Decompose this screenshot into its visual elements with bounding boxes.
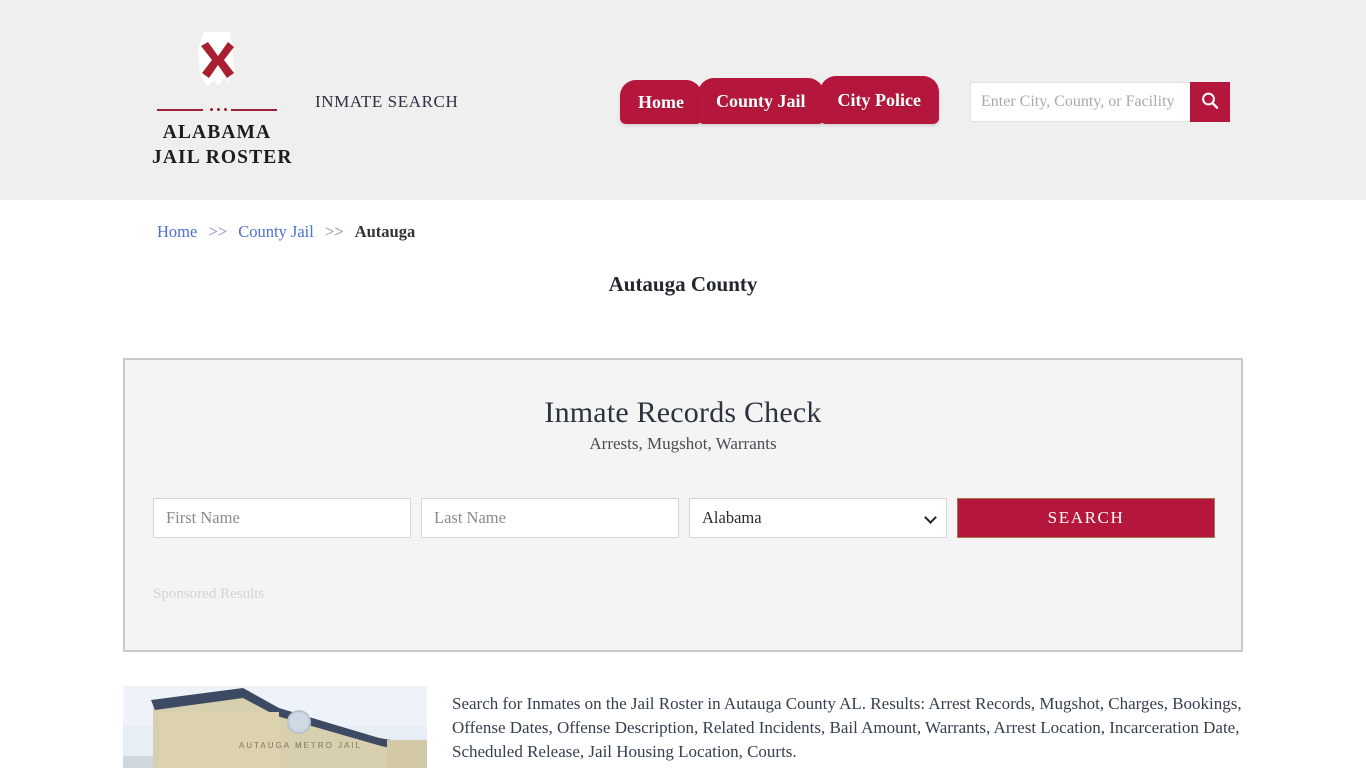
nav-item-home[interactable]: Home bbox=[620, 80, 702, 124]
breadcrumb-item-home[interactable]: Home bbox=[157, 222, 197, 241]
nav-item-city-police[interactable]: City Police bbox=[819, 76, 939, 124]
svg-text:AUTAUGA METRO JAIL: AUTAUGA METRO JAIL bbox=[239, 741, 362, 750]
panel-title: Inmate Records Check bbox=[544, 396, 822, 429]
search-submit-button[interactable]: SEARCH bbox=[957, 498, 1215, 538]
breadcrumb-separator: >> bbox=[324, 222, 344, 241]
page-description: Search for Inmates on the Jail Roster in… bbox=[452, 694, 1242, 761]
last-name-input[interactable] bbox=[421, 498, 679, 538]
panel-subtitle: Arrests, Mugshot, Warrants bbox=[589, 434, 777, 453]
jail-photo[interactable]: AUTAUGA METRO JAIL AUTAUGA METRO JAIL bbox=[123, 686, 427, 768]
breadcrumb-item-current: Autauga bbox=[354, 222, 416, 241]
state-select[interactable] bbox=[689, 498, 947, 538]
sponsored-results-label: Sponsored Results bbox=[153, 586, 265, 602]
breadcrumb: Home >> County Jail >> Autauga bbox=[157, 222, 415, 242]
logo-divider bbox=[157, 105, 277, 114]
search-icon bbox=[1200, 91, 1220, 114]
logo-text-line2: JAIL ROSTER bbox=[152, 147, 293, 168]
first-name-input[interactable] bbox=[153, 498, 411, 538]
header-search bbox=[970, 82, 1230, 122]
alabama-state-flag-icon bbox=[184, 30, 250, 102]
logo-text-line1: ALABAMA bbox=[162, 122, 272, 143]
site-tagline: INMATE SEARCH bbox=[315, 92, 459, 111]
site-logo[interactable]: ALABAMA JAIL ROSTER bbox=[152, 30, 293, 170]
inmate-search-form: SEARCH bbox=[153, 498, 1217, 538]
breadcrumb-separator: >> bbox=[208, 222, 228, 241]
main-navigation: Home County Jail City Police bbox=[620, 76, 939, 124]
breadcrumb-item-county-jail[interactable]: County Jail bbox=[238, 222, 314, 241]
nav-item-county-jail[interactable]: County Jail bbox=[697, 78, 824, 124]
state-select-wrapper bbox=[689, 498, 947, 538]
page-title: Autauga County bbox=[608, 272, 758, 296]
site-header: ALABAMA JAIL ROSTER INMATE SEARCH Home C… bbox=[0, 0, 1366, 200]
inmate-records-panel: Inmate Records Check Arrests, Mugshot, W… bbox=[123, 358, 1243, 652]
header-search-button[interactable] bbox=[1190, 82, 1230, 122]
header-search-input[interactable] bbox=[970, 82, 1190, 122]
